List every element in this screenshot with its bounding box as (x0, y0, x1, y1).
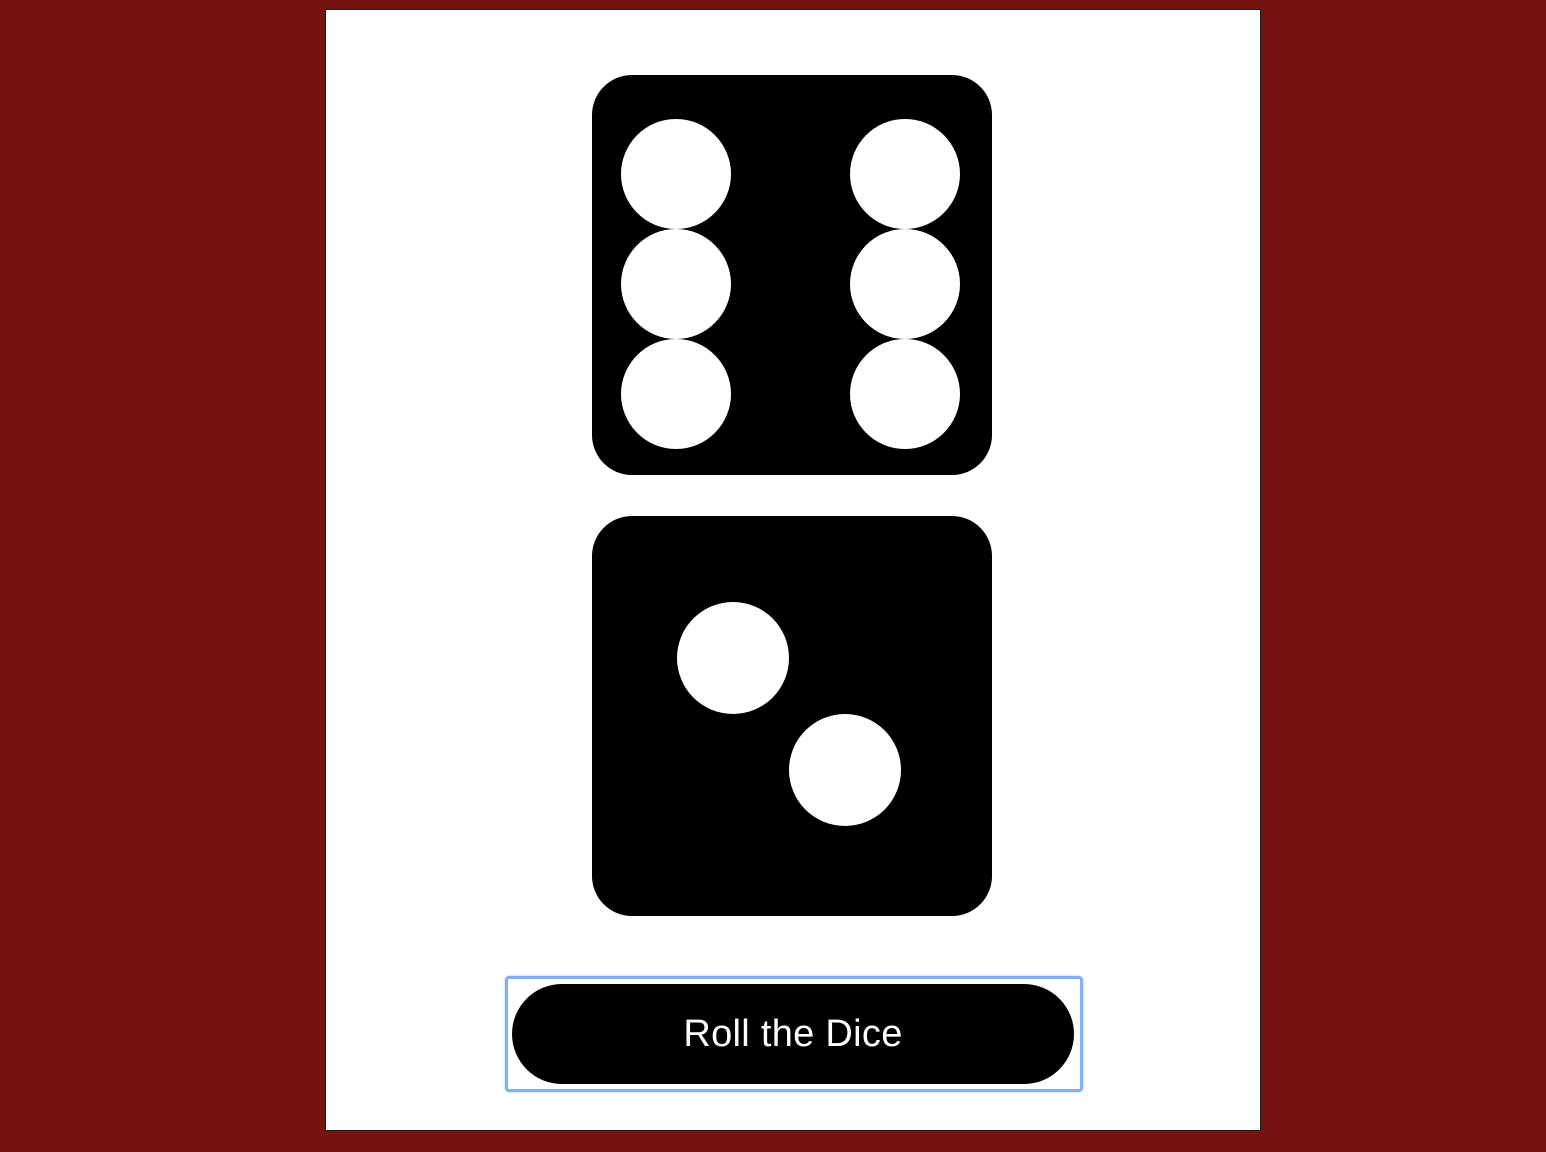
pip (677, 602, 789, 714)
pip (621, 229, 731, 339)
pip (789, 714, 901, 826)
dice-panel: Roll the Dice (325, 9, 1261, 1131)
die-one (592, 75, 992, 475)
pip (621, 339, 731, 449)
pip (850, 339, 960, 449)
roll-dice-button[interactable]: Roll the Dice (512, 984, 1074, 1084)
roll-dice-button-label: Roll the Dice (683, 1012, 903, 1055)
pip (850, 229, 960, 339)
pip (621, 119, 731, 229)
pip (850, 119, 960, 229)
die-two (592, 516, 992, 916)
